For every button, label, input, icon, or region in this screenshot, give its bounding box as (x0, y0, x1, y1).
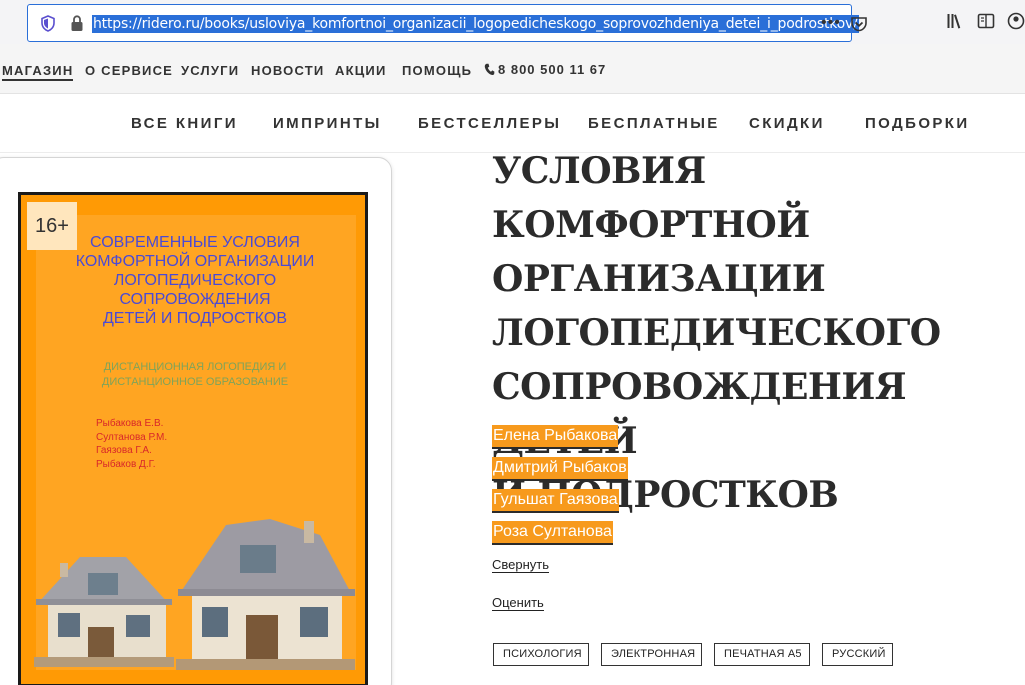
phone-text: 8 800 500 11 67 (498, 62, 607, 77)
cover-title-line: ЛОГОПЕДИЧЕСКОГО (113, 272, 277, 289)
cover-title-line: КОМФОРТНОЙ ОРГАНИЗАЦИИ (75, 253, 315, 270)
cover-houses-illustration (34, 519, 355, 670)
category-collections[interactable]: ПОДБОРКИ (865, 115, 970, 132)
phone-number[interactable]: 8 800 500 11 67 (484, 62, 606, 77)
author-link[interactable]: Роза Султанова (492, 521, 613, 545)
cover-subtitle-line: ДИСТАНЦИОННОЕ ОБРАЗОВАНИЕ (101, 376, 289, 388)
nav-item-help[interactable]: ПОМОЩЬ (402, 63, 472, 78)
tracking-protection-shield-icon[interactable] (40, 15, 56, 32)
cover-subtitle-line: ДИСТАНЦИОННАЯ ЛОГОПЕДИЯ И (103, 361, 287, 373)
cover-authors: Рыбакова Е.В. Султанова Р.М. Гаязова Г.А… (96, 417, 167, 471)
category-free[interactable]: БЕСПЛАТНЫЕ (588, 115, 720, 132)
library-icon[interactable] (946, 12, 964, 30)
tag-russian[interactable]: РУССКИЙ (822, 643, 893, 666)
page-actions-menu-icon[interactable]: ••• (821, 14, 841, 32)
browser-toolbar: https://ridero.ru/books/usloviya_komfort… (0, 0, 1025, 44)
collapse-authors-link[interactable]: Свернуть (492, 557, 550, 573)
lock-icon[interactable] (70, 15, 84, 32)
url-text[interactable]: https://ridero.ru/books/usloviya_komfort… (92, 15, 859, 33)
tag-electronic[interactable]: ЭЛЕКТРОННАЯ (601, 643, 702, 666)
book-title-line: ЛОГОПЕДИЧЕСКОГО (492, 312, 941, 354)
author-link[interactable]: Дмитрий Рыбаков (492, 457, 628, 481)
nav-item-promotions[interactable]: АКЦИИ (335, 63, 387, 78)
account-icon[interactable] (1007, 12, 1025, 30)
cover-title: СОВРЕМЕННЫЕ УСЛОВИЯ КОМФОРТНОЙ ОРГАНИЗАЦ… (45, 233, 345, 328)
tag-print-a5[interactable]: ПЕЧАТНАЯ А5 (714, 643, 810, 666)
tag-psychology[interactable]: ПСИХОЛОГИЯ (493, 643, 589, 666)
book-title-line: УСЛОВИЯ КОМФОРТНОЙ (492, 150, 810, 246)
cover-author: Рыбаков Д.Г. (96, 458, 156, 470)
author-link[interactable]: Гульшат Гаязова (492, 489, 619, 513)
small-house-icon (34, 557, 174, 667)
cover-subtitle: ДИСТАНЦИОННАЯ ЛОГОПЕДИЯ И ДИСТАНЦИОННОЕ … (45, 360, 345, 390)
book-title-line: СОПРОВОЖДЕНИЯ ДЕТЕЙ (492, 366, 907, 462)
cover-title-line: СОПРОВОЖДЕНИЯ (119, 291, 271, 308)
nav-item-news[interactable]: НОВОСТИ (251, 63, 324, 78)
cover-author: Султанова Р.М. (96, 431, 168, 443)
author-link[interactable]: Елена Рыбакова (492, 425, 619, 449)
nav-item-about[interactable]: О СЕРВИСЕ (85, 63, 173, 78)
nav-item-store[interactable]: МАГАЗИН (2, 63, 74, 81)
cover-title-line: СОВРЕМЕННЫЕ УСЛОВИЯ (90, 234, 300, 251)
large-house-icon (176, 519, 355, 670)
cover-author: Гаязова Г.А. (96, 445, 152, 456)
cover-title-line: ДЕТЕЙ И ПОДРОСТКОВ (102, 310, 288, 327)
address-bar[interactable]: https://ridero.ru/books/usloviya_komfort… (27, 4, 867, 42)
category-bestsellers[interactable]: БЕСТСЕЛЛЕРЫ (418, 115, 561, 132)
book-title-line: ОРГАНИЗАЦИИ (492, 258, 826, 300)
top-navigation: МАГАЗИН О СЕРВИСЕ УСЛУГИ НОВОСТИ АКЦИИ П… (0, 44, 1025, 94)
nav-item-services[interactable]: УСЛУГИ (181, 63, 239, 78)
pocket-icon[interactable] (850, 16, 868, 32)
cover-author: Рыбакова Е.В. (96, 418, 164, 429)
category-discounts[interactable]: СКИДКИ (749, 115, 825, 132)
reader-view-icon[interactable] (977, 12, 995, 30)
category-all-books[interactable]: ВСЕ КНИГИ (131, 115, 238, 132)
rate-book-link[interactable]: Оценить (492, 595, 544, 611)
category-imprints[interactable]: ИМПРИНТЫ (273, 115, 382, 132)
phone-icon (484, 63, 495, 76)
